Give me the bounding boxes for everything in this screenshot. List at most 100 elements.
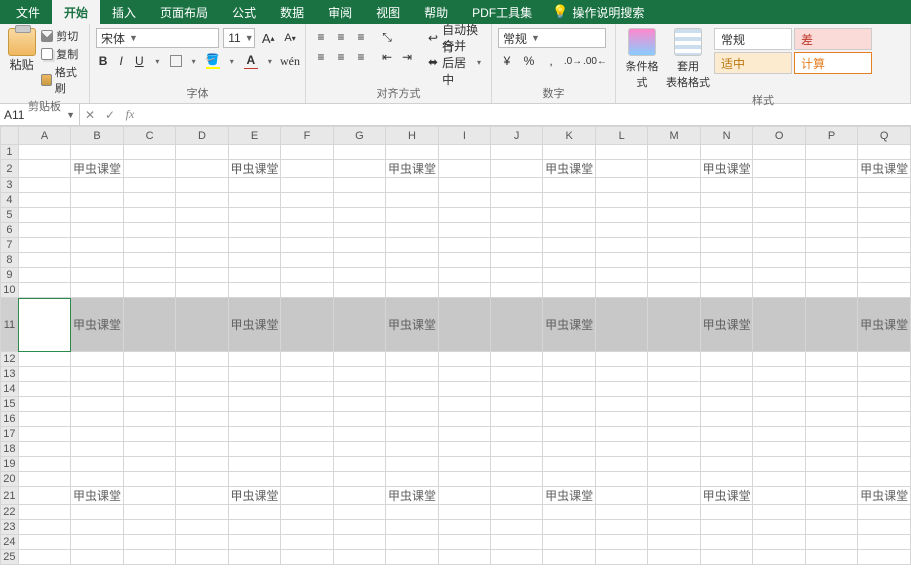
menu-tab-公式[interactable]: 公式 [220,0,268,25]
cell-K5[interactable] [543,208,596,223]
cell-O13[interactable] [753,367,805,382]
cancel-formula-button[interactable]: ✕ [80,108,100,122]
col-header-I[interactable]: I [438,127,490,145]
cell-F5[interactable] [281,208,333,223]
cell-D14[interactable] [176,382,228,397]
cell-A8[interactable] [18,253,70,268]
row-header-17[interactable]: 17 [1,427,19,442]
cell-K25[interactable] [543,550,596,565]
cell-N2[interactable]: 甲虫课堂 [700,160,753,178]
row-header-23[interactable]: 23 [1,520,19,535]
cell-O11[interactable] [753,298,805,352]
cell-E6[interactable] [228,223,281,238]
cell-E9[interactable] [228,268,281,283]
cell-O5[interactable] [753,208,805,223]
row-header-2[interactable]: 2 [1,160,19,178]
cell-G14[interactable] [333,382,385,397]
cell-F2[interactable] [281,160,333,178]
cell-D9[interactable] [176,268,228,283]
cell-P1[interactable] [805,145,857,160]
cell-K12[interactable] [543,352,596,367]
cell-A12[interactable] [18,352,70,367]
cell-J21[interactable] [491,487,543,505]
phonetic-button[interactable]: wén [281,52,299,70]
cell-O8[interactable] [753,253,805,268]
cell-N7[interactable] [700,238,753,253]
cell-J17[interactable] [491,427,543,442]
increase-font-button[interactable]: A▴ [259,29,277,47]
cell-E18[interactable] [228,442,281,457]
cell-N13[interactable] [700,367,753,382]
row-header-14[interactable]: 14 [1,382,19,397]
cell-H3[interactable] [386,178,439,193]
cell-I3[interactable] [438,178,490,193]
spreadsheet-grid[interactable]: ABCDEFGHIJKLMNOPQ12甲虫课堂甲虫课堂甲虫课堂甲虫课堂甲虫课堂甲… [0,126,911,565]
row-header-11[interactable]: 11 [1,298,19,352]
cell-Q12[interactable] [858,352,911,367]
cell-Q18[interactable] [858,442,911,457]
cut-button[interactable]: 剪切 [41,28,83,44]
row-header-24[interactable]: 24 [1,535,19,550]
row-header-22[interactable]: 22 [1,505,19,520]
increase-decimal-button[interactable]: .0→ [564,52,582,70]
col-header-B[interactable]: B [71,127,124,145]
col-header-H[interactable]: H [386,127,439,145]
cell-G24[interactable] [333,535,385,550]
row-header-3[interactable]: 3 [1,178,19,193]
cell-I12[interactable] [438,352,490,367]
cell-C24[interactable] [123,535,175,550]
font-color-button[interactable]: A [243,52,259,70]
row-header-21[interactable]: 21 [1,487,19,505]
cell-K6[interactable] [543,223,596,238]
cell-Q17[interactable] [858,427,911,442]
cell-H4[interactable] [386,193,439,208]
cell-E1[interactable] [228,145,281,160]
cell-B20[interactable] [71,472,124,487]
menu-tab-插入[interactable]: 插入 [100,0,148,25]
cell-C25[interactable] [123,550,175,565]
cell-A16[interactable] [18,412,70,427]
cell-K19[interactable] [543,457,596,472]
cell-L5[interactable] [595,208,647,223]
decrease-indent-button[interactable]: ⇤ [378,48,396,66]
cell-F1[interactable] [281,145,333,160]
cell-D17[interactable] [176,427,228,442]
cell-N8[interactable] [700,253,753,268]
cell-I6[interactable] [438,223,490,238]
cell-M17[interactable] [648,427,700,442]
cell-style-neutral[interactable]: 适中 [714,52,792,74]
cell-C5[interactable] [123,208,175,223]
cell-H17[interactable] [386,427,439,442]
cell-M13[interactable] [648,367,700,382]
cell-B6[interactable] [71,223,124,238]
cell-P12[interactable] [805,352,857,367]
insert-function-button[interactable]: fx [120,107,140,122]
cell-H19[interactable] [386,457,439,472]
col-header-G[interactable]: G [333,127,385,145]
cell-I14[interactable] [438,382,490,397]
cell-C17[interactable] [123,427,175,442]
cell-M14[interactable] [648,382,700,397]
col-header-O[interactable]: O [753,127,805,145]
cell-A24[interactable] [18,535,70,550]
cell-P6[interactable] [805,223,857,238]
cell-L25[interactable] [595,550,647,565]
cell-N20[interactable] [700,472,753,487]
cell-style-bad[interactable]: 差 [794,28,872,50]
conditional-format-button[interactable]: 条件格式 [622,28,662,90]
cell-A5[interactable] [18,208,70,223]
copy-button[interactable]: 复制 [41,46,83,62]
cell-L16[interactable] [595,412,647,427]
cell-M12[interactable] [648,352,700,367]
cell-O18[interactable] [753,442,805,457]
cell-H22[interactable] [386,505,439,520]
cell-K9[interactable] [543,268,596,283]
cell-F13[interactable] [281,367,333,382]
cell-G17[interactable] [333,427,385,442]
cell-I23[interactable] [438,520,490,535]
cell-A14[interactable] [18,382,70,397]
cell-M22[interactable] [648,505,700,520]
cell-Q7[interactable] [858,238,911,253]
font-size-combo[interactable]: 11▼ [223,28,255,48]
table-format-button[interactable]: 套用 表格格式 [668,28,708,90]
